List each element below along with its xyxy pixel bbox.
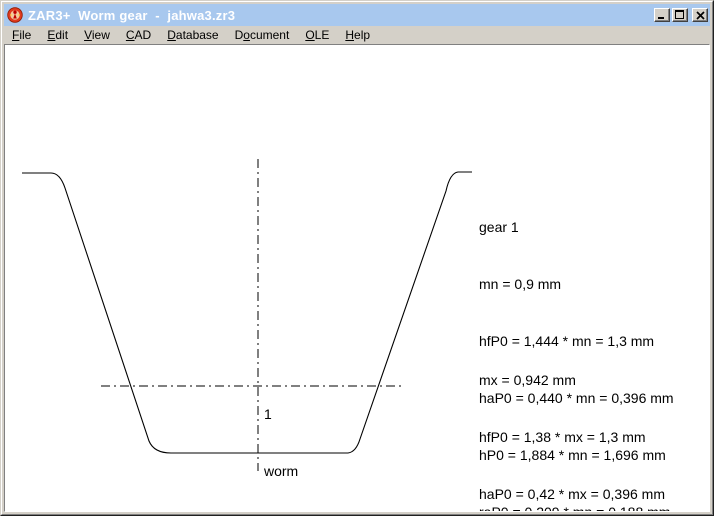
- menu-database[interactable]: Database: [163, 27, 222, 43]
- menu-view[interactable]: View: [80, 27, 114, 43]
- tooth-profile-curve: [22, 172, 472, 453]
- profile-labels: 1 worm (Tool): [264, 367, 299, 512]
- maximize-icon: [675, 10, 685, 20]
- maximize-button[interactable]: [672, 8, 688, 22]
- param-line: hfP0 = 1,38 * mx = 1,3 mm: [479, 428, 665, 447]
- menu-help[interactable]: Help: [341, 27, 374, 43]
- param-line: mn = 0,9 mm: [479, 275, 674, 294]
- title-bar[interactable]: ZAR3+ Worm gear - jahwa3.zr3: [4, 4, 710, 26]
- app-window: ZAR3+ Worm gear - jahwa3.zr3: [0, 0, 714, 516]
- menu-document[interactable]: Document: [231, 27, 294, 43]
- drawing-canvas: 1 worm (Tool) gear 1 mn = 0,9 mm hfP0 = …: [4, 44, 710, 512]
- minimize-button[interactable]: [654, 8, 670, 22]
- menu-edit[interactable]: Edit: [43, 27, 72, 43]
- minimize-icon: [657, 10, 667, 20]
- window-title: ZAR3+ Worm gear - jahwa3.zr3: [28, 8, 654, 23]
- menu-bar: File Edit View CAD Database Document OLE…: [4, 26, 710, 44]
- param-line: haP0 = 0,42 * mx = 0,396 mm: [479, 485, 665, 504]
- close-button[interactable]: [692, 8, 708, 22]
- window-controls: [654, 8, 708, 22]
- menu-ole[interactable]: OLE: [301, 27, 333, 43]
- gear1-title: gear 1: [479, 218, 674, 237]
- param-line: mx = 0,942 mm: [479, 371, 665, 390]
- app-icon[interactable]: [7, 7, 23, 23]
- close-icon: [696, 11, 705, 20]
- ref-number-label: 1: [264, 405, 299, 424]
- menu-cad[interactable]: CAD: [122, 27, 155, 43]
- axial-parameters: mx = 0,942 mm hfP0 = 1,38 * mx = 1,3 mm …: [479, 333, 665, 512]
- part-name-label: worm: [264, 462, 299, 481]
- menu-file[interactable]: File: [8, 27, 35, 43]
- window-frame: ZAR3+ Worm gear - jahwa3.zr3: [1, 1, 713, 515]
